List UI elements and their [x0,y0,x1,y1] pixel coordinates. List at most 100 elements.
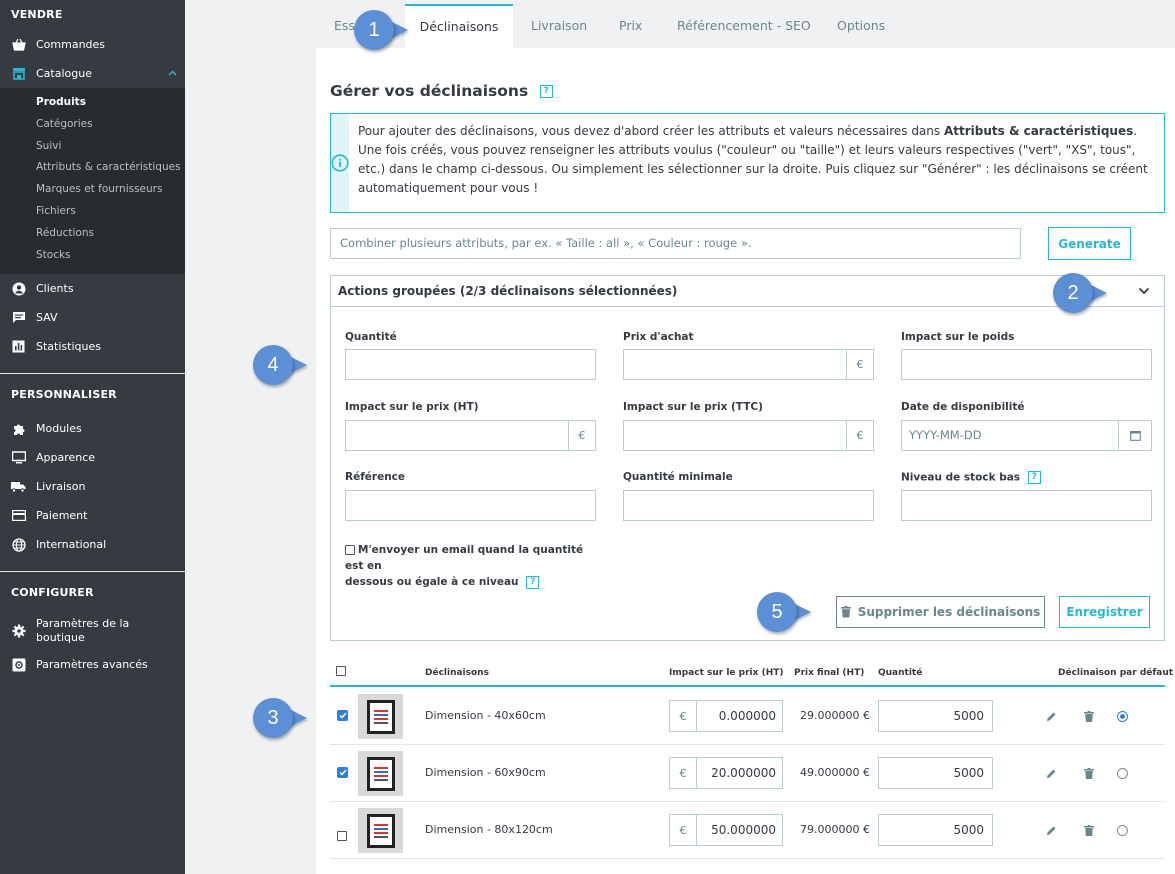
bulk-actions-panel: Actions groupées (2/3 déclinaisons sélec… [330,275,1165,641]
combination-name: Dimension - 80x120cm [425,823,553,836]
sidebar-item-catalog[interactable]: Catalogue [0,59,185,88]
submenu-item-products[interactable]: Produits [0,92,185,114]
submenu-item-attributes[interactable]: Attributs & caractéristiques [0,157,185,179]
sidebar-item-label: Clients [36,282,74,296]
euro-addon: € [847,349,874,380]
callout-number: 5 [757,592,797,632]
credit-card-icon [11,508,26,523]
page-title-text: Gérer vos déclinaisons [330,82,529,100]
help-icon[interactable]: ? [1027,471,1041,484]
help-icon[interactable]: ? [539,85,553,98]
trash-icon [840,606,851,618]
help-icon[interactable]: ? [526,575,540,589]
reference-label: Référence [345,471,406,483]
pencil-icon[interactable] [1044,709,1058,723]
product-thumbnail [358,751,403,796]
generate-button[interactable]: Generate [1048,227,1131,260]
bulk-price-impact-ht-input[interactable] [345,420,569,451]
tab-combinations[interactable]: Déclinaisons [405,4,513,48]
bulk-low-stock-input[interactable] [901,490,1152,521]
bulk-reference-input[interactable] [345,490,596,521]
pencil-icon[interactable] [1044,766,1058,780]
bulk-actions-header[interactable]: Actions groupées (2/3 déclinaisons sélec… [331,276,1164,307]
bulk-availability-date-input[interactable]: YYYY-MM-DD [901,420,1119,451]
callout-marker-2: 2 [1053,273,1107,313]
delete-combinations-button[interactable]: Supprimer les déclinaisons [836,596,1045,628]
availability-date-label: Date de disponibilité [901,401,1025,413]
default-combination-radio[interactable] [1117,711,1128,722]
callout-number: 4 [253,345,293,385]
sidebar-item-advanced-params[interactable]: Paramètres avancés [0,650,185,679]
trash-icon[interactable] [1082,823,1096,837]
submenu-item-brands[interactable]: Marques et fournisseurs [0,179,185,201]
shop-params-line1: Paramètres de la [36,617,130,631]
row-checkbox-checked[interactable] [337,710,348,721]
calendar-icon[interactable] [1119,420,1152,451]
quantity-field[interactable]: 5000 [878,814,993,846]
bulk-min-quantity-input[interactable] [623,490,874,521]
quantity-field[interactable]: 5000 [878,700,993,732]
bulk-price-impact-ttc-input[interactable] [623,420,847,451]
col-header-default: Déclinaison par défaut [1058,668,1174,678]
tab-price[interactable]: Prix [603,4,658,48]
sidebar-item-customers[interactable]: Clients [0,274,185,303]
submenu-item-categories[interactable]: Catégories [0,114,185,136]
combine-attributes-input[interactable]: Combiner plusieurs attributs, par ex. « … [330,228,1021,259]
save-button[interactable]: Enregistrer [1059,596,1150,628]
low-stock-email-option: M'envoyer un email quand la quantité est… [345,542,605,590]
chevron-down-icon[interactable] [1138,284,1152,298]
sidebar-section-configure: CONFIGURER [11,586,94,600]
default-combination-radio[interactable] [1117,825,1128,836]
submenu-item-stocks[interactable]: Stocks [0,245,185,267]
sidebar-item-modules[interactable]: Modules [0,414,185,443]
truck-icon [11,479,26,494]
info-icon [331,114,349,212]
sidebar-item-sav[interactable]: SAV [0,303,185,332]
combinations-panel: Gérer vos déclinaisons ? Pour ajouter de… [316,48,1175,874]
submenu-item-files[interactable]: Fichiers [0,201,185,223]
combination-name: Dimension - 40x60cm [425,709,546,722]
callout-number: 1 [354,10,394,50]
row-checkbox-checked[interactable] [337,767,348,778]
sidebar-item-shop-params[interactable]: Paramètres de la boutique [0,612,185,650]
quantity-field[interactable]: 5000 [878,757,993,789]
sidebar-item-orders[interactable]: Commandes [0,30,185,59]
bulk-quantity-input[interactable] [345,349,596,380]
sidebar-item-international[interactable]: International [0,530,185,559]
submenu-item-discounts[interactable]: Réductions [0,223,185,245]
sidebar-item-appearance[interactable]: Apparence [0,443,185,472]
table-row: Dimension - 80x120cm €50.000000 79.00000… [330,802,1165,859]
bulk-weight-impact-input[interactable] [901,349,1152,380]
trash-icon[interactable] [1082,766,1096,780]
price-impact-field[interactable]: €20.000000 [669,757,783,789]
tab-shipping[interactable]: Livraison [515,4,603,48]
tab-seo[interactable]: Référencement - SEO [661,4,827,48]
price-impact-field[interactable]: €0.000000 [669,700,783,732]
puzzle-icon [11,421,26,436]
sidebar-item-label: Commandes [36,38,106,51]
select-all-checkbox[interactable] [336,666,349,677]
tab-essentials[interactable]: Ess [318,4,355,48]
currency-addon: € [670,815,697,845]
default-combination-radio[interactable] [1117,768,1128,779]
basket-icon [11,37,26,52]
pencil-icon[interactable] [1044,823,1058,837]
attributes-link-text[interactable]: Attributs & caractéristiques [944,124,1133,138]
bar-chart-icon [11,339,26,354]
trash-icon[interactable] [1082,709,1096,723]
delete-combinations-label: Supprimer les déclinaisons [857,605,1041,619]
low-stock-label-text: Niveau de stock bas [901,471,1021,484]
sidebar-item-shipping[interactable]: Livraison [0,472,185,501]
price-impact-field[interactable]: €50.000000 [669,814,783,846]
store-icon [11,66,26,81]
tab-options[interactable]: Options [821,4,901,48]
user-circle-icon [11,281,26,296]
submenu-item-monitoring[interactable]: Suivi [0,136,185,158]
product-thumbnail [358,808,403,853]
sidebar-item-label: Catalogue [36,67,92,80]
sidebar-item-payment[interactable]: Paiement [0,501,185,530]
low-stock-email-checkbox[interactable] [345,545,355,555]
bulk-purchase-price-input[interactable] [623,349,847,380]
row-checkbox[interactable] [337,825,350,844]
sidebar-item-stats[interactable]: Statistiques [0,332,185,361]
